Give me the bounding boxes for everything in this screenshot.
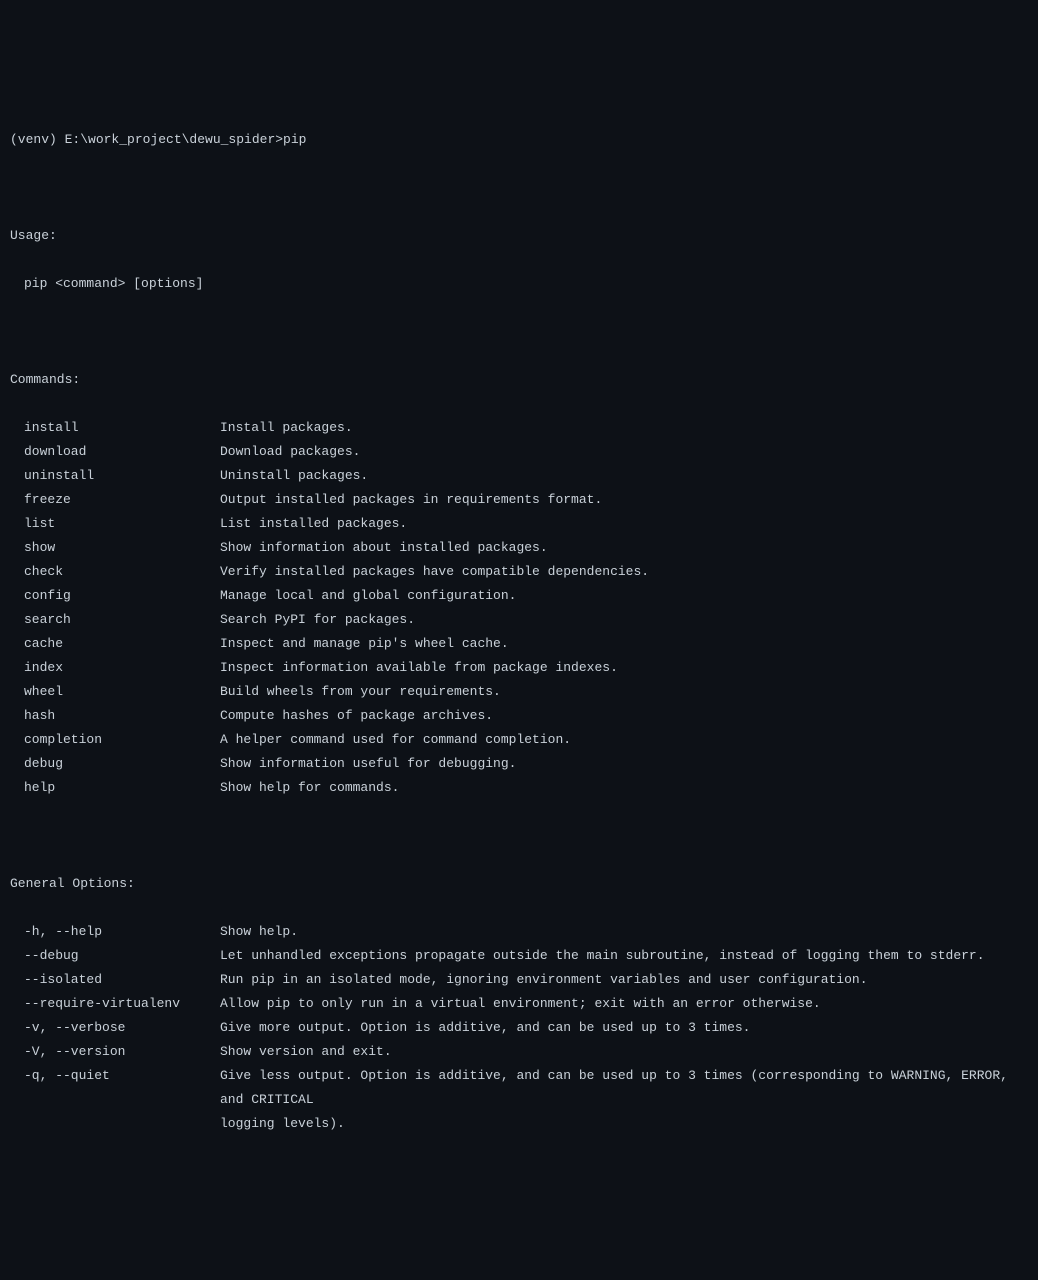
- option-name: --require-virtualenv: [24, 992, 220, 1016]
- command-desc: Compute hashes of package archives.: [220, 704, 493, 728]
- command-desc: Inspect information available from packa…: [220, 656, 618, 680]
- command-row: wheelBuild wheels from your requirements…: [10, 680, 1028, 704]
- command-name: wheel: [24, 680, 220, 704]
- option-name: --debug: [24, 944, 220, 968]
- usage-header: Usage:: [10, 224, 1028, 248]
- option-desc-continuation: logging levels).: [10, 1112, 1028, 1136]
- option-row: -h, --helpShow help.: [10, 920, 1028, 944]
- option-name: -V, --version: [24, 1040, 220, 1064]
- command-row: configManage local and global configurat…: [10, 584, 1028, 608]
- option-row: -v, --verboseGive more output. Option is…: [10, 1016, 1028, 1040]
- terminal-output: (venv) E:\work_project\dewu_spider>pip U…: [10, 104, 1028, 1160]
- option-name: -h, --help: [24, 920, 220, 944]
- command-desc: Build wheels from your requirements.: [220, 680, 501, 704]
- command-desc: A helper command used for command comple…: [220, 728, 571, 752]
- command-name: list: [24, 512, 220, 536]
- option-row: -V, --versionShow version and exit.: [10, 1040, 1028, 1064]
- command-name: debug: [24, 752, 220, 776]
- option-desc: Show help.: [220, 920, 1028, 944]
- options-header: General Options:: [10, 872, 1028, 896]
- prompt-line: (venv) E:\work_project\dewu_spider>pip: [10, 128, 1028, 152]
- command-row: hashCompute hashes of package archives.: [10, 704, 1028, 728]
- command-row: listList installed packages.: [10, 512, 1028, 536]
- command-row: debugShow information useful for debuggi…: [10, 752, 1028, 776]
- option-desc: Give more output. Option is additive, an…: [220, 1016, 1028, 1040]
- command-row: installInstall packages.: [10, 416, 1028, 440]
- command-name: show: [24, 536, 220, 560]
- command-name: completion: [24, 728, 220, 752]
- command-desc: Install packages.: [220, 416, 353, 440]
- option-desc: Let unhandled exceptions propagate outsi…: [220, 944, 1028, 968]
- command-row: helpShow help for commands.: [10, 776, 1028, 800]
- command-desc: Show information useful for debugging.: [220, 752, 516, 776]
- command-name: cache: [24, 632, 220, 656]
- command-desc: Show help for commands.: [220, 776, 399, 800]
- command-row: uninstallUninstall packages.: [10, 464, 1028, 488]
- option-desc: Show version and exit.: [220, 1040, 1028, 1064]
- option-desc: Give less output. Option is additive, an…: [220, 1064, 1028, 1112]
- command-name: hash: [24, 704, 220, 728]
- command-desc: List installed packages.: [220, 512, 407, 536]
- option-row: --require-virtualenvAllow pip to only ru…: [10, 992, 1028, 1016]
- option-name: --isolated: [24, 968, 220, 992]
- command-row: downloadDownload packages.: [10, 440, 1028, 464]
- command-desc: Search PyPI for packages.: [220, 608, 415, 632]
- command-desc: Output installed packages in requirement…: [220, 488, 602, 512]
- command-desc: Download packages.: [220, 440, 360, 464]
- command-desc: Show information about installed package…: [220, 536, 548, 560]
- command-row: cacheInspect and manage pip's wheel cach…: [10, 632, 1028, 656]
- commands-header: Commands:: [10, 368, 1028, 392]
- option-row: --debugLet unhandled exceptions propagat…: [10, 944, 1028, 968]
- option-desc: Run pip in an isolated mode, ignoring en…: [220, 968, 1028, 992]
- command-row: indexInspect information available from …: [10, 656, 1028, 680]
- command-row: freezeOutput installed packages in requi…: [10, 488, 1028, 512]
- option-name: -v, --verbose: [24, 1016, 220, 1040]
- option-row: --isolatedRun pip in an isolated mode, i…: [10, 968, 1028, 992]
- command-row: completionA helper command used for comm…: [10, 728, 1028, 752]
- command-name: uninstall: [24, 464, 220, 488]
- command-desc: Manage local and global configuration.: [220, 584, 516, 608]
- usage-line: pip <command> [options]: [10, 272, 1028, 296]
- command-name: help: [24, 776, 220, 800]
- command-name: download: [24, 440, 220, 464]
- command-name: check: [24, 560, 220, 584]
- option-desc: Allow pip to only run in a virtual envir…: [220, 992, 1028, 1016]
- command-desc: Uninstall packages.: [220, 464, 368, 488]
- option-name: -q, --quiet: [24, 1064, 220, 1112]
- command-name: freeze: [24, 488, 220, 512]
- option-row: -q, --quietGive less output. Option is a…: [10, 1064, 1028, 1112]
- command-row: searchSearch PyPI for packages.: [10, 608, 1028, 632]
- command-row: showShow information about installed pac…: [10, 536, 1028, 560]
- command-row: checkVerify installed packages have comp…: [10, 560, 1028, 584]
- command-name: search: [24, 608, 220, 632]
- command-name: install: [24, 416, 220, 440]
- command-desc: Verify installed packages have compatibl…: [220, 560, 649, 584]
- command-name: index: [24, 656, 220, 680]
- command-desc: Inspect and manage pip's wheel cache.: [220, 632, 509, 656]
- command-name: config: [24, 584, 220, 608]
